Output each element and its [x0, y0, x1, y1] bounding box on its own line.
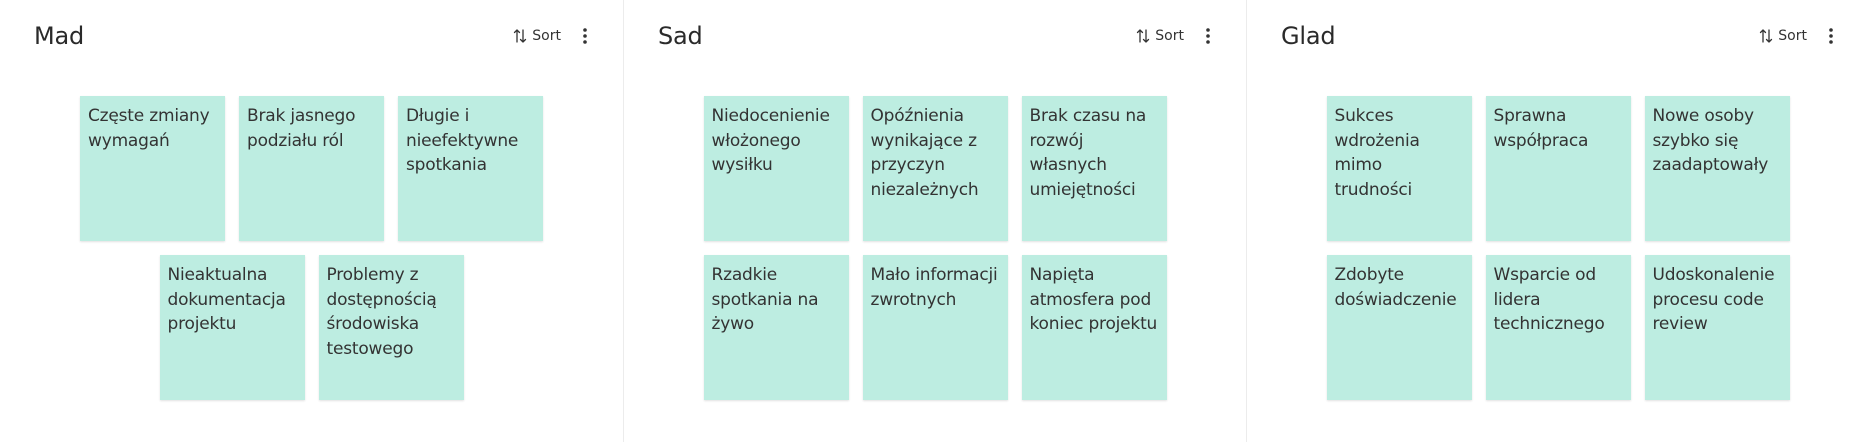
sticky-note[interactable]: Udoskonalenie procesu code review [1644, 255, 1790, 400]
sticky-note[interactable]: Opóźnienia wynikające z przyczyn niezale… [862, 96, 1008, 241]
sticky-note[interactable]: Sprawna współpraca [1485, 96, 1631, 241]
column-actions: Sort [1754, 26, 1841, 46]
column-actions: Sort [1131, 26, 1218, 46]
sort-label: Sort [1778, 28, 1807, 44]
notes-area: Niedocenienie włożonego wysiłku Opóźnieni… [624, 96, 1246, 400]
sticky-note[interactable]: Nieaktualna dokumentacja projektu [159, 255, 305, 400]
retro-board: Mad Sort Częste zmiany wymagań Brak jasnego… [0, 0, 1870, 442]
column-title: Glad [1281, 22, 1336, 50]
sticky-note[interactable]: Rzadkie spotkania na żywo [703, 255, 849, 400]
sticky-note[interactable]: Zdobyte doświadczenie [1326, 255, 1472, 400]
sticky-note[interactable]: Brak czasu na rozwój własnych umiejętnoś… [1021, 96, 1167, 241]
sticky-note[interactable]: Długie i nieefektywne spotkania [398, 96, 543, 241]
note-row: Nieaktualna dokumentacja projektu Problem… [159, 255, 464, 400]
sticky-note[interactable]: Mało informacji zwrotnych [862, 255, 1008, 400]
sort-button[interactable]: Sort [508, 26, 565, 46]
sort-button[interactable]: Sort [1754, 26, 1811, 46]
sticky-note[interactable]: Częste zmiany wymagań [80, 96, 225, 241]
note-row: Częste zmiany wymagań Brak jasnego podzia… [80, 96, 543, 241]
more-vertical-icon[interactable] [1198, 26, 1218, 46]
sticky-note[interactable]: Sukces wdrożenia mimo trudności [1326, 96, 1472, 241]
note-row: Rzadkie spotkania na żywo Mało informacji… [703, 255, 1167, 400]
sort-label: Sort [532, 28, 561, 44]
sort-button[interactable]: Sort [1131, 26, 1188, 46]
sticky-note[interactable]: Napięta atmosfera pod koniec projektu [1021, 255, 1167, 400]
column-glad: Glad Sort Sukces wdrożenia mimo trudności S… [1246, 0, 1869, 442]
column-mad: Mad Sort Częste zmiany wymagań Brak jasnego… [0, 0, 623, 442]
sort-arrows-icon [1758, 28, 1774, 44]
note-row: Sukces wdrożenia mimo trudności Sprawna w… [1326, 96, 1790, 241]
notes-area: Częste zmiany wymagań Brak jasnego podzia… [0, 96, 623, 400]
sort-arrows-icon [1135, 28, 1151, 44]
sticky-note[interactable]: Brak jasnego podziału ról [239, 96, 384, 241]
column-title: Mad [34, 22, 85, 50]
sticky-note[interactable]: Problemy z dostępnością środowiska testo… [318, 255, 464, 400]
sort-arrows-icon [512, 28, 528, 44]
more-vertical-icon[interactable] [1821, 26, 1841, 46]
column-title: Sad [658, 22, 703, 50]
notes-area: Sukces wdrożenia mimo trudności Sprawna w… [1247, 96, 1869, 400]
more-vertical-icon[interactable] [575, 26, 595, 46]
column-actions: Sort [508, 26, 595, 46]
note-row: Zdobyte doświadczenie Wsparcie od lidera … [1326, 255, 1790, 400]
sticky-note[interactable]: Nowe osoby szybko się zaadaptowały [1644, 96, 1790, 241]
sticky-note[interactable]: Niedocenienie włożonego wysiłku [703, 96, 849, 241]
sticky-note[interactable]: Wsparcie od lidera technicznego [1485, 255, 1631, 400]
note-row: Niedocenienie włożonego wysiłku Opóźnieni… [703, 96, 1167, 241]
column-sad: Sad Sort Niedocenienie włożonego wysiłku Op… [623, 0, 1246, 442]
sort-label: Sort [1155, 28, 1184, 44]
